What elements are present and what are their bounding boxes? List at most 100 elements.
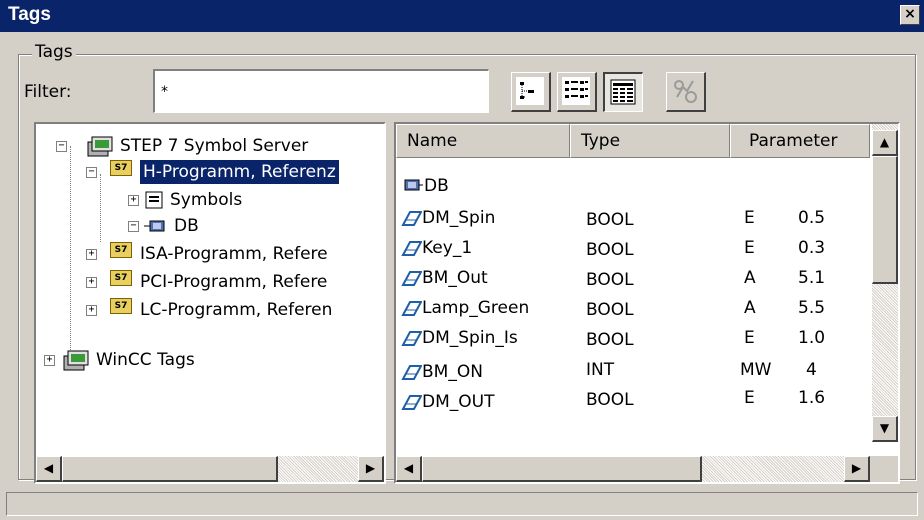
tag-name: DM_Spin_Is <box>422 328 518 348</box>
tag-type: BOOL <box>586 330 634 350</box>
tag-name: DM_OUT <box>422 392 495 412</box>
expand-icon[interactable]: + <box>86 277 97 288</box>
tag-type: BOOL <box>586 270 634 290</box>
tag-area: E <box>744 328 755 348</box>
scroll-down-icon: ▼ <box>879 421 890 435</box>
tree-item-label: H-Programm, Referenz <box>140 160 339 184</box>
scroll-thumb[interactable] <box>422 456 702 482</box>
tag-type: INT <box>586 360 615 380</box>
collapse-icon[interactable]: − <box>56 141 67 152</box>
scroll-down-button[interactable]: ▼ <box>872 416 898 442</box>
list-row[interactable]: Lamp_Green BOOL A 5.5 <box>396 292 866 322</box>
scroll-thumb[interactable] <box>872 156 898 284</box>
list-row[interactable]: DB <box>396 172 866 200</box>
tree-panel[interactable]: − STEP 7 Symbol Server − S7 H-Programm, … <box>34 122 386 484</box>
expand-icon[interactable]: + <box>86 305 97 316</box>
server-icon <box>87 136 113 157</box>
column-header-type[interactable]: Type <box>570 124 730 158</box>
tag-area: A <box>744 298 756 318</box>
list-row[interactable]: DM_Spin BOOL E 0.5 <box>396 202 866 232</box>
collapse-icon[interactable]: − <box>128 221 139 232</box>
details-view-button[interactable] <box>557 72 597 112</box>
tree-item-label: STEP 7 Symbol Server <box>120 136 309 156</box>
tag-area: E <box>744 238 755 258</box>
tag-area: E <box>744 208 755 228</box>
list-hscrollbar[interactable]: ◀ ▶ <box>396 456 870 482</box>
tree-item-label: ISA-Programm, Refere <box>140 244 328 264</box>
tree-item-label: LC-Programm, Referen <box>140 300 333 320</box>
list-view-icon <box>610 79 636 105</box>
collapse-icon[interactable]: − <box>86 167 97 178</box>
tag-type: BOOL <box>586 300 634 320</box>
list-row[interactable]: Key_1 BOOL E 0.3 <box>396 232 866 262</box>
connect-icon <box>674 80 697 103</box>
tag-name: Key_1 <box>422 238 473 258</box>
tag-icon <box>401 241 422 256</box>
tag-type: BOOL <box>586 210 634 230</box>
tag-area: A <box>744 268 756 288</box>
server-icon <box>63 350 89 371</box>
tag-address: 1.0 <box>798 328 826 348</box>
tag-address: 0.3 <box>798 238 826 258</box>
tree-item-label: Symbols <box>170 190 243 210</box>
tag-address: 5.1 <box>798 268 826 288</box>
tag-name: Lamp_Green <box>422 298 530 318</box>
tag-icon <box>401 331 422 346</box>
list-row[interactable]: BM_ON INT MW 4 <box>396 354 866 384</box>
scroll-right-icon: ▶ <box>365 461 376 475</box>
expand-icon[interactable]: + <box>128 195 139 206</box>
list-row[interactable]: BM_Out BOOL A 5.1 <box>396 262 866 292</box>
db-icon <box>404 179 423 191</box>
tag-icon <box>401 271 422 286</box>
scroll-thumb[interactable] <box>62 456 278 482</box>
column-header-name[interactable]: Name <box>396 124 570 158</box>
scroll-right-button[interactable]: ▶ <box>358 456 384 482</box>
filter-label: Filter: <box>24 82 72 102</box>
scroll-up-button[interactable]: ▲ <box>872 130 898 156</box>
tag-address: 5.5 <box>798 298 826 318</box>
status-bar <box>6 492 918 516</box>
filter-input[interactable] <box>153 69 489 113</box>
scroll-left-button[interactable]: ◀ <box>396 456 422 482</box>
tree-view-icon <box>516 77 544 105</box>
scroll-corner <box>870 456 898 482</box>
tree-hscrollbar[interactable]: ◀ ▶ <box>36 456 384 482</box>
scroll-left-icon: ◀ <box>403 461 414 475</box>
window-title: Tags <box>8 4 51 25</box>
tag-area: MW <box>740 360 772 380</box>
tag-name: DM_Spin <box>422 208 496 228</box>
scroll-right-button[interactable]: ▶ <box>844 456 870 482</box>
tag-icon <box>401 365 422 380</box>
tree-line <box>70 146 71 356</box>
scroll-up-icon: ▲ <box>879 135 890 149</box>
expand-icon[interactable]: + <box>44 355 55 366</box>
tag-icon <box>401 211 422 226</box>
tag-address: 1.6 <box>798 388 826 408</box>
column-header-parameter[interactable]: Parameter <box>730 124 870 158</box>
list-row[interactable]: DM_OUT BOOL E 1.6 <box>396 386 866 416</box>
scroll-left-button[interactable]: ◀ <box>36 456 62 482</box>
expand-icon[interactable]: + <box>86 249 97 260</box>
list-vscrollbar[interactable]: ▲ ▼ <box>872 124 898 442</box>
close-icon: × <box>904 6 916 22</box>
tree-line <box>100 174 101 242</box>
close-button[interactable]: × <box>900 5 920 25</box>
tag-name: BM_ON <box>422 362 483 382</box>
connect-button[interactable] <box>666 72 706 112</box>
s7-program-icon: S7 <box>110 270 132 286</box>
s7-program-icon: S7 <box>110 242 132 258</box>
tag-list-panel[interactable]: Name Type Parameter ▲ ▼ DB DM_Spin BOOL … <box>394 122 900 484</box>
tree-item-label: WinCC Tags <box>96 350 195 370</box>
scroll-left-icon: ◀ <box>43 461 54 475</box>
tag-address: 4 <box>806 360 817 380</box>
list-row[interactable]: DM_Spin_Is BOOL E 1.0 <box>396 322 866 352</box>
tag-name: BM_Out <box>422 268 488 288</box>
s7-program-icon: S7 <box>110 160 132 176</box>
tag-icon <box>401 301 422 316</box>
title-bar: Tags × <box>0 0 924 32</box>
tag-area: E <box>744 388 755 408</box>
symbols-icon <box>145 191 163 209</box>
list-view-button[interactable] <box>603 72 643 112</box>
scroll-right-icon: ▶ <box>851 461 862 475</box>
tree-view-button[interactable] <box>511 72 551 112</box>
